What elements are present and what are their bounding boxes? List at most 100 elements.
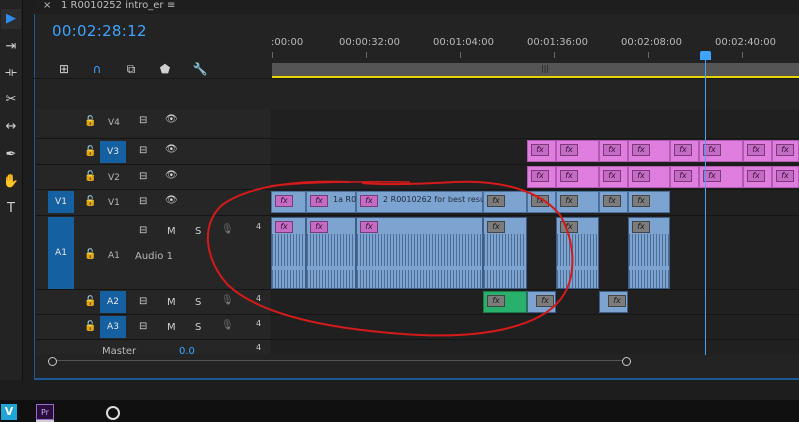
clip-v3[interactable]: fx [772, 140, 799, 162]
selection-tool-icon[interactable]: ▶ [1, 9, 21, 29]
source-patch-a1[interactable]: A1 [48, 217, 74, 289]
clip-v2[interactable]: fx [628, 166, 670, 188]
track-header-v4[interactable] [36, 109, 270, 137]
panel-menu-icon[interactable]: ≡ [167, 0, 175, 11]
clip-v1[interactable]: fx [628, 191, 670, 213]
clip-a1[interactable]: fx [483, 217, 527, 289]
solo-button[interactable]: S [195, 226, 201, 237]
voice-over-mic-icon[interactable]: 🎙 [221, 320, 234, 331]
taskbar-app-v-icon[interactable]: V [1, 404, 17, 420]
sync-lock-icon[interactable]: ⊟ [139, 171, 147, 182]
clip-v3[interactable]: fx [556, 140, 599, 162]
mute-button[interactable]: M [167, 297, 176, 308]
lock-icon[interactable]: 🔓 [84, 249, 96, 260]
mute-button[interactable]: M [167, 226, 176, 237]
clip-v2[interactable]: fx [556, 166, 599, 188]
mute-button[interactable]: M [167, 322, 176, 333]
scrollbar-right-handle[interactable] [622, 357, 631, 366]
track-target-a3[interactable]: A3 [100, 316, 126, 338]
track-lane-a3[interactable] [271, 315, 799, 339]
eye-icon[interactable]: 👁 [165, 114, 178, 125]
linked-selection-icon[interactable]: ⧉ [123, 61, 139, 77]
lock-icon[interactable]: 🔓 [84, 171, 96, 182]
clip-a1[interactable]: fx [356, 217, 483, 289]
lock-icon[interactable]: 🔓 [84, 196, 96, 207]
slip-tool-icon[interactable]: ↔ [1, 117, 21, 137]
razor-icon[interactable]: ✂ [1, 90, 21, 110]
eye-icon[interactable]: 👁 [165, 195, 178, 206]
clip-a1[interactable]: fx [306, 217, 356, 289]
lock-icon[interactable]: 🔓 [84, 146, 96, 157]
clip-v1[interactable]: fx [599, 191, 628, 213]
sync-lock-icon[interactable]: ⊟ [139, 145, 147, 156]
sync-lock-icon[interactable]: ⊟ [139, 196, 147, 207]
track-header-a3[interactable] [36, 315, 270, 339]
solo-button[interactable]: S [195, 297, 201, 308]
clip-v3[interactable]: fx [670, 140, 699, 162]
type-tool-icon[interactable]: T [1, 199, 21, 219]
track-header-a2[interactable] [36, 290, 270, 314]
hand-tool-icon[interactable]: ✋ [1, 172, 21, 192]
clip-a1[interactable]: fx [628, 217, 670, 289]
clip-v2[interactable]: fx [670, 166, 699, 188]
clip-v3[interactable]: fx [628, 140, 670, 162]
sync-lock-icon[interactable]: ⊟ [139, 321, 147, 332]
clip-v1[interactable]: fx [527, 191, 556, 213]
lock-icon[interactable]: 🔓 [84, 321, 96, 332]
track-target-v3[interactable]: V3 [100, 141, 126, 163]
clip-a1[interactable]: fx [271, 217, 306, 289]
ripple-edit-icon[interactable]: ⟛ [1, 63, 21, 83]
clip-a2[interactable]: fx [599, 291, 628, 313]
track-header-master[interactable] [36, 340, 270, 354]
track-lane-v4[interactable] [271, 109, 799, 137]
track-target-a2[interactable]: A2 [100, 291, 126, 313]
eye-icon[interactable]: 👁 [165, 170, 178, 181]
timeline-settings-wrench-icon[interactable]: 🔧 [192, 61, 208, 77]
clip-name: 2 R0010262 for best resu [383, 195, 486, 204]
clip-v2[interactable]: fx [527, 166, 556, 188]
scrollbar-left-handle[interactable] [48, 357, 57, 366]
sync-lock-icon[interactable]: ⊟ [139, 296, 147, 307]
scrollbar-track[interactable] [55, 360, 625, 361]
add-marker-icon[interactable]: ⬟ [157, 61, 173, 77]
lock-icon[interactable]: 🔓 [84, 296, 96, 307]
clip-v2[interactable]: fx [743, 166, 772, 188]
track-lane-master[interactable] [271, 340, 799, 354]
close-tab-icon[interactable]: × [43, 0, 51, 11]
clip-v1[interactable]: fx 1a R0 [306, 191, 356, 213]
clip-a2[interactable]: fx [483, 291, 527, 313]
snap-magnet-icon[interactable]: ∩ [89, 61, 105, 77]
work-area-grip-icon[interactable]: ||| [541, 64, 549, 73]
clip-v3[interactable]: fx [599, 140, 628, 162]
playhead-line[interactable] [705, 58, 706, 355]
premiere-pro-app-icon[interactable]: Pr [36, 404, 54, 420]
solo-button[interactable]: S [195, 322, 201, 333]
clip-v1[interactable]: fx [483, 191, 527, 213]
clip-a1[interactable]: fx [556, 217, 599, 289]
clip-v1[interactable]: fx 2 R0010262 for best resu [356, 191, 486, 213]
track-label-audio-1[interactable]: Audio 1 [135, 251, 173, 262]
nest-sequence-icon[interactable]: ⊞ [56, 61, 72, 77]
clip-v1[interactable]: fx [556, 191, 599, 213]
lock-icon[interactable]: 🔓 [84, 116, 96, 127]
sync-lock-icon[interactable]: ⊟ [139, 225, 147, 236]
eye-icon[interactable]: 👁 [165, 144, 178, 155]
work-area-bar[interactable] [272, 63, 799, 77]
taskbar-app-icon[interactable] [106, 406, 120, 420]
clip-v2[interactable]: fx [599, 166, 628, 188]
playhead-timecode[interactable]: 00:02:28:12 [52, 22, 147, 40]
clip-v3[interactable]: fx [743, 140, 772, 162]
pen-tool-icon[interactable]: ✒ [1, 145, 21, 165]
track-header-v2[interactable] [36, 165, 270, 189]
track-header-v3[interactable] [36, 139, 270, 164]
voice-over-mic-icon[interactable]: 🎙 [221, 224, 234, 235]
clip-v3[interactable]: fx [527, 140, 556, 162]
clip-v1[interactable]: fx [271, 191, 306, 213]
clip-a2[interactable]: fx [527, 291, 556, 313]
clip-v2[interactable]: fx [772, 166, 799, 188]
source-patch-v1[interactable]: V1 [48, 191, 74, 213]
sync-lock-icon[interactable]: ⊟ [139, 115, 147, 126]
voice-over-mic-icon[interactable]: 🎙 [221, 295, 234, 306]
sequence-tab-title[interactable]: 1 R0010252 intro_er [61, 0, 164, 11]
track-select-forward-icon[interactable]: ⇥ [1, 37, 21, 57]
